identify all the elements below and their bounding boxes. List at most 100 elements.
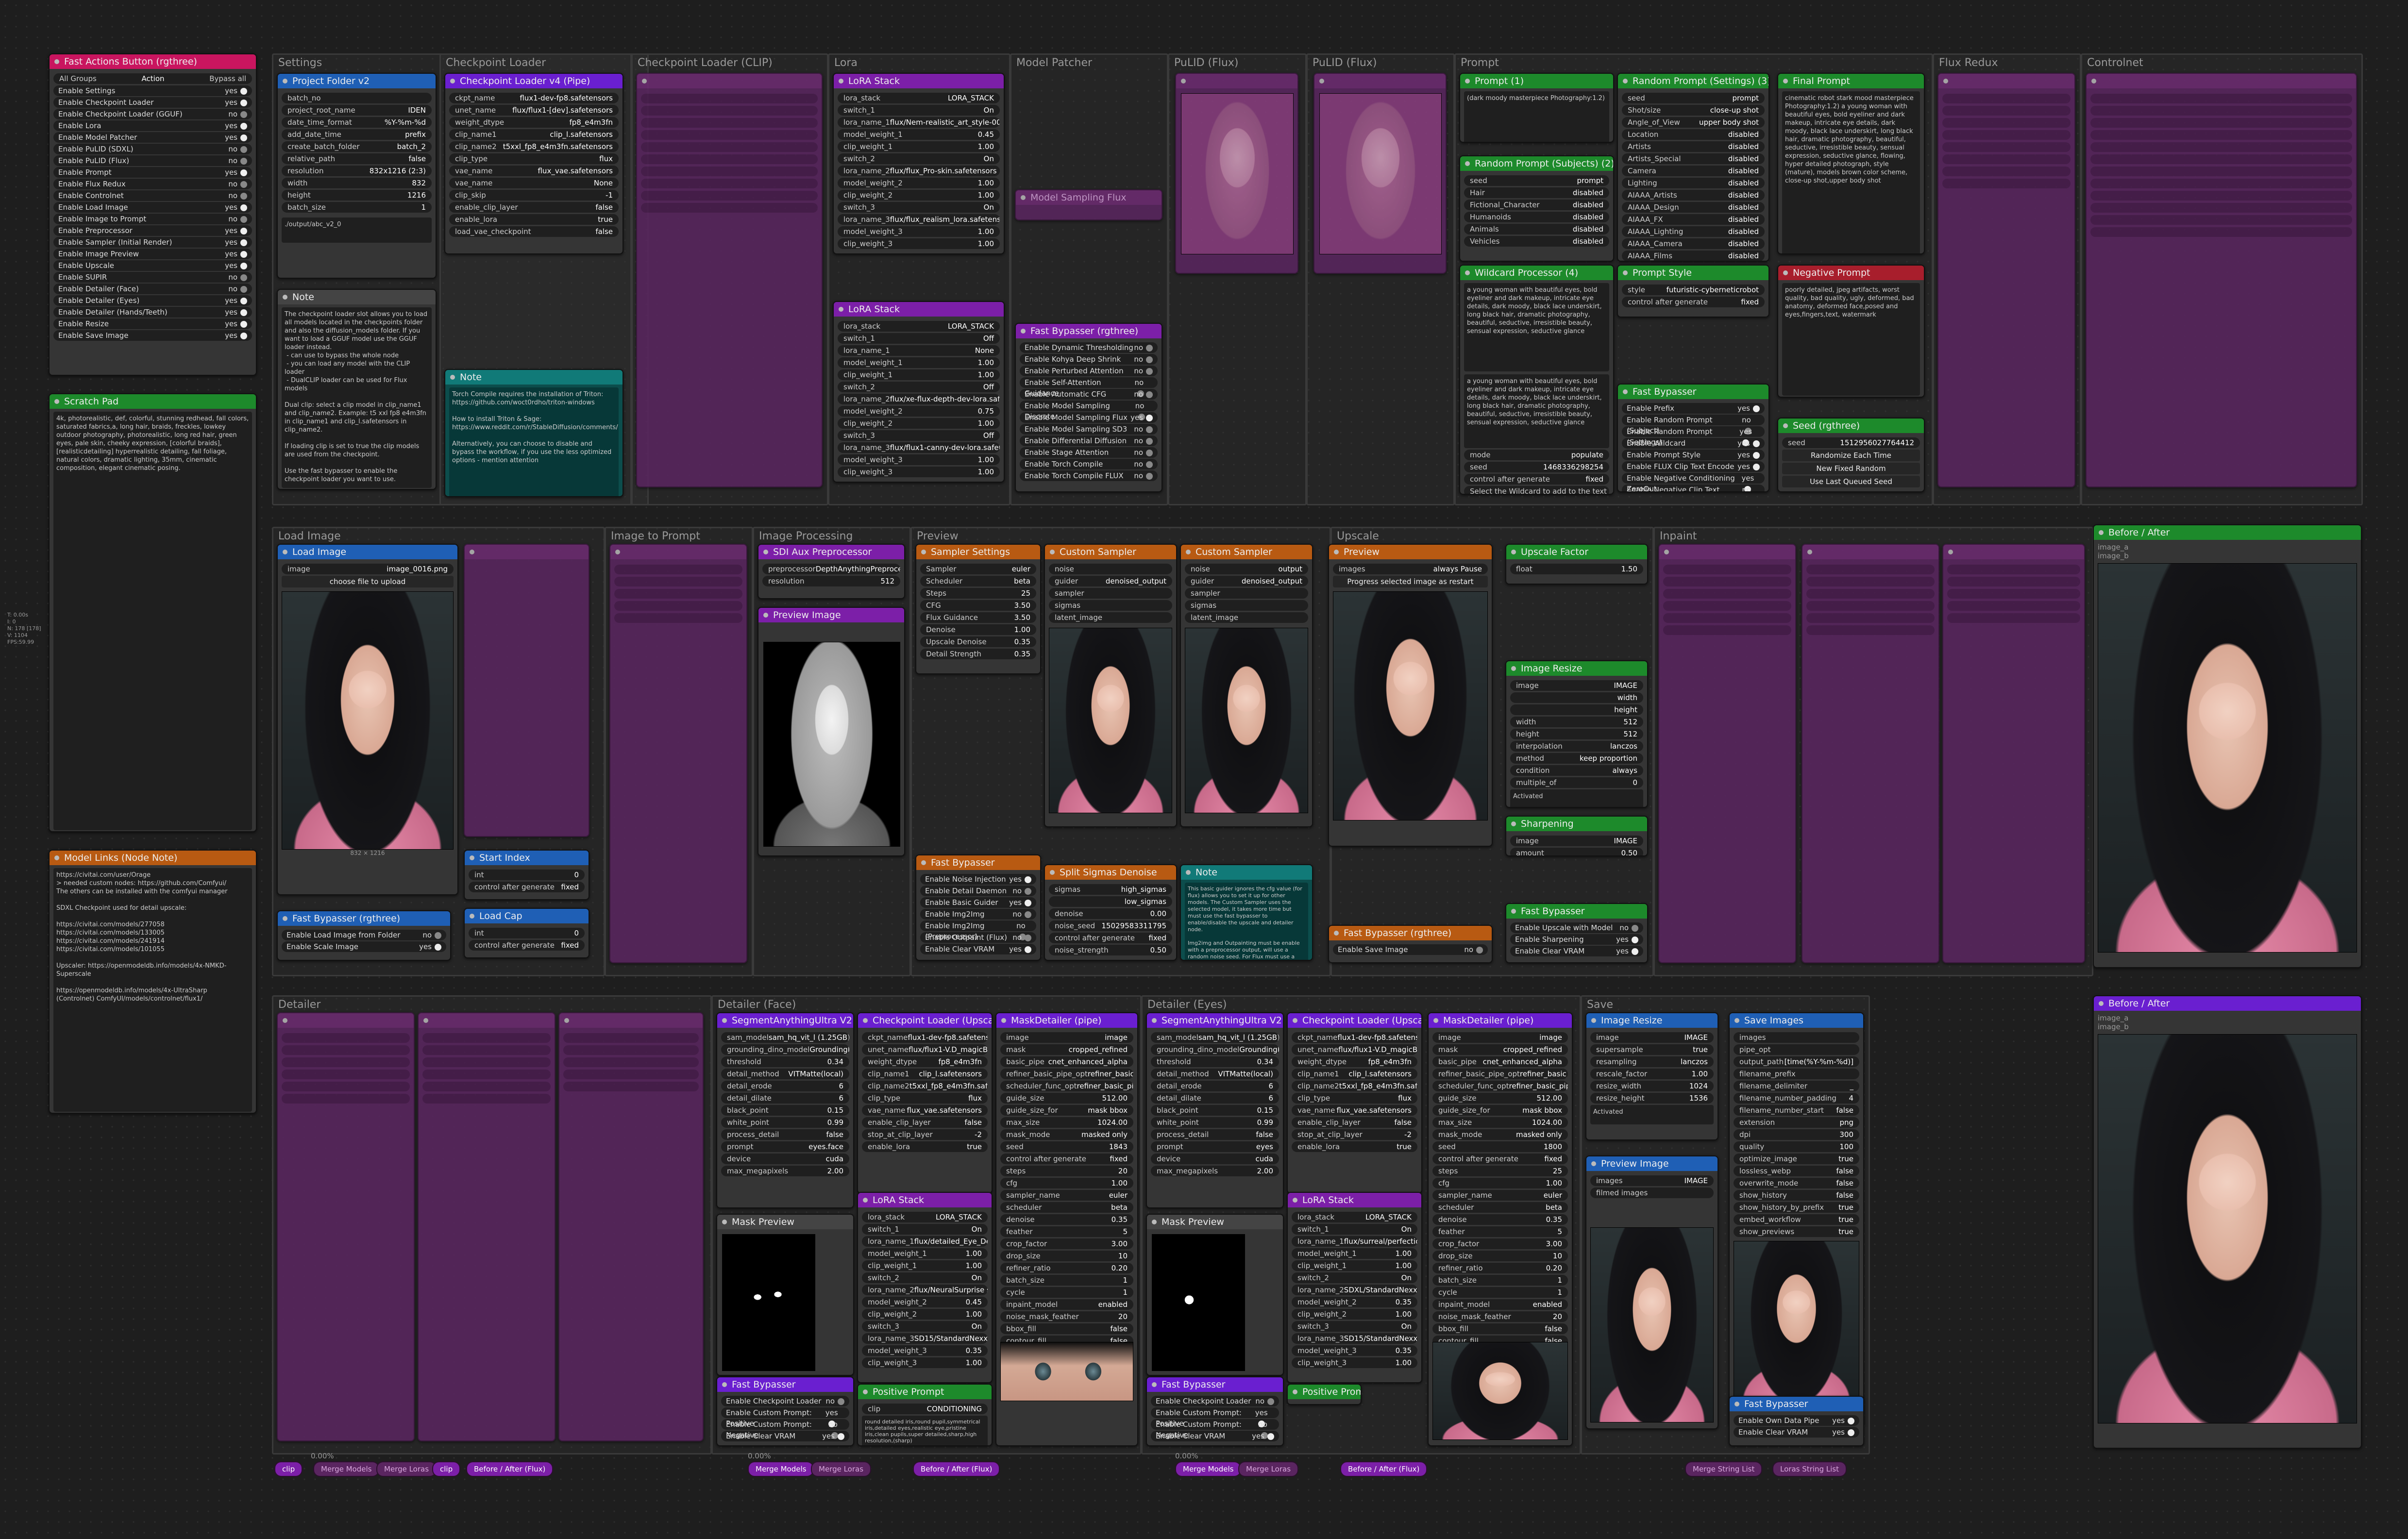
widget-detail-erode[interactable]: detail_erode 6 <box>1151 1081 1279 1091</box>
note-triton-text[interactable]: Torch Compile requires the installation … <box>449 387 619 496</box>
widget-lora-stack[interactable]: lora_stack LORA_STACK <box>1292 1212 1417 1222</box>
toggle-enable-supir[interactable]: Enable SUPIR no <box>53 272 252 283</box>
widget-filmed-images[interactable]: filmed images <box>1590 1188 1714 1198</box>
widget-crop-factor[interactable]: crop_factor 3.00 <box>1000 1238 1133 1249</box>
toggle-enable-image-preview[interactable]: Enable Image Preview yes <box>53 249 252 259</box>
widget-unet-name[interactable]: unet_name flux/flux1-[dev].safetensors <box>449 105 619 116</box>
widget-show-history[interactable]: show_history false <box>1734 1190 1859 1201</box>
widget-scheduler[interactable]: Scheduler beta <box>920 576 1036 586</box>
wildcard-seed[interactable]: seed 1468336298254 <box>1464 462 1609 472</box>
widget-float[interactable]: float 1.50 <box>1510 564 1643 574</box>
final-prompt-text[interactable]: cinematic robot stark mood masterpiece P… <box>1782 91 1920 253</box>
widget-clip-weight-2[interactable]: clip_weight_2 1.00 <box>838 190 1000 201</box>
random-prompt-subjects-node[interactable]: Random Prompt (Subjects) (2) seed prompt H… <box>1459 155 1614 262</box>
reroute-merge-loras-1[interactable]: Merge Loras <box>376 1461 437 1477</box>
toggle-enable-img2img[interactable]: Enable Img2Img no <box>920 909 1036 920</box>
toggle-enable-noise-injection[interactable]: Enable Noise Injection yes <box>920 874 1036 885</box>
widget-model-weight-2[interactable]: model_weight_2 0.45 <box>862 1297 988 1307</box>
widget-lora-name-1[interactable]: lora_name_1 flux/Nem-realistic_art_style-… <box>838 117 1000 128</box>
toggle-enable-save-image[interactable]: Enable Save Image yes <box>53 330 252 341</box>
reroute-merge-models-3[interactable]: Merge Models <box>1175 1461 1242 1477</box>
lora-stack-2-node[interactable]: LoRA Stack lora_stack LORA_STACK switch_1 O… <box>833 301 1005 483</box>
widget-show-history-by-prefix[interactable]: show_history_by_prefix true <box>1734 1202 1859 1213</box>
segment-face-node[interactable]: SegmentAnythingUltra V2 sam_model sam_hq_… <box>716 1012 854 1208</box>
mask-detailer-face-node[interactable]: MaskDetailer (pipe) image image mask croppe… <box>995 1012 1138 1446</box>
prompt-text[interactable]: (dark moody masterpiece Photography:1.2) <box>1464 91 1609 142</box>
widget-lighting[interactable]: Lighting disabled <box>1622 178 1765 188</box>
widget-max-megapixels[interactable]: max_megapixels 2.00 <box>1151 1166 1279 1176</box>
widget-images[interactable]: images always Pause <box>1333 564 1488 574</box>
widget-drop-size[interactable]: drop_size 10 <box>1432 1251 1568 1261</box>
widget-sampler-name[interactable]: sampler_name euler <box>1000 1190 1133 1201</box>
widget-height[interactable]: height 1216 <box>282 190 432 201</box>
preview-depth-node[interactable]: Preview Image <box>758 607 905 856</box>
toggle-enable-upscale[interactable]: Enable Upscale yes <box>53 260 252 271</box>
toggle-enable-model-patcher[interactable]: Enable Model Patcher yes <box>53 132 252 143</box>
toggle-enable-model-sampling-discrete[interactable]: Enable Model Sampling Discrete no <box>1020 401 1158 421</box>
widget-upscale-denoise[interactable]: Upscale Denoise 0.35 <box>920 636 1036 647</box>
widget-clip-weight-3[interactable]: clip_weight_3 1.00 <box>838 467 1000 477</box>
widget-sampler[interactable]: Sampler euler <box>920 564 1036 574</box>
toggle-enable-save-image[interactable]: Enable Save Image no <box>1333 944 1488 955</box>
negative-prompt-text[interactable]: poorly detailed, jpeg artifacts, worst q… <box>1782 283 1920 396</box>
widget-output[interactable]: width <box>1510 692 1643 703</box>
image-to-prompt-muted[interactable] <box>609 544 747 963</box>
toggle-enable-detail-daemon[interactable]: Enable Detail Daemon no <box>920 886 1036 896</box>
widget-scheduler[interactable]: scheduler beta <box>1000 1202 1133 1213</box>
widget-switch-1[interactable]: switch_1 Off <box>838 333 1000 344</box>
detailer-muted-2[interactable] <box>418 1012 556 1441</box>
widget-location[interactable]: Location disabled <box>1622 129 1765 140</box>
widget-refiner-ratio[interactable]: refiner_ratio 0.20 <box>1000 1263 1133 1273</box>
upscale-factor-node[interactable]: Upscale Factor float 1.50 <box>1505 544 1648 585</box>
widget-guider[interactable]: guider denoised_output <box>1185 576 1308 586</box>
widget-batch-size[interactable]: batch_size 1 <box>282 202 432 213</box>
toggle-enable-custom-prompt-negative[interactable]: Enable Custom Prompt: Negative no <box>721 1419 849 1439</box>
widget-inpaint-model[interactable]: inpaint_model enabled <box>1432 1299 1568 1310</box>
widget-lora-name-3[interactable]: lora_name_3SD15/StandardNexxer_perfectem <box>862 1333 988 1344</box>
widget-control-after-generate[interactable]: control after generate fixed <box>469 940 585 951</box>
widget-detail-method[interactable]: detail_method VITMatte(local) <box>1151 1069 1279 1079</box>
widget-prompt[interactable]: prompt eyes <box>1151 1141 1279 1152</box>
widget-max-size[interactable]: max_size 1024.00 <box>1000 1117 1133 1128</box>
toggle-enable-outpaint-flux-[interactable]: Enable Outpaint (Flux) no <box>920 932 1036 943</box>
widget-guide-size-for[interactable]: guide_size_for mask bbox <box>1000 1105 1133 1116</box>
widget-sampler[interactable]: sampler <box>1049 588 1172 599</box>
toggle-enable-clear-vram[interactable]: Enable Clear VRAM yes <box>920 944 1036 954</box>
fast-bypasser-load-node[interactable]: Fast Bypasser (rgthree) Enable Load Imag… <box>277 910 451 961</box>
widget-enable-clip-layer[interactable]: enable_clip_layer false <box>449 202 619 213</box>
widget-weight-dtype[interactable]: weight_dtype fp8_e4m3fn <box>1292 1056 1417 1067</box>
widget-lora-name-3[interactable]: lora_name_3 flux/flux_realism_lora.safete… <box>838 214 1000 225</box>
toggle-enable-perturbed-attention[interactable]: Enable Perturbed Attention no <box>1020 366 1158 376</box>
widget-bbox-fill[interactable]: bbox_fill false <box>1432 1323 1568 1334</box>
wildcard-node[interactable]: Wildcard Processor (4) a young woman wit… <box>1459 265 1614 495</box>
positive-prompt-face-node[interactable]: Positive Prompt clip CONDITIONING round d… <box>857 1384 993 1446</box>
widget-clip-skip[interactable]: clip_skip -1 <box>449 190 619 201</box>
reroute-before-after-3[interactable]: Before / After (Flux) <box>1340 1461 1428 1477</box>
toggle-enable-lora[interactable]: Enable Lora yes <box>53 120 252 131</box>
toggle-enable-detailer-hands-teeth-[interactable]: Enable Detailer (Hands/Teeth) yes <box>53 307 252 318</box>
widget-control-after-generate[interactable]: control after generate fixed <box>1049 933 1172 943</box>
toggle-enable-random-prompt-subject-[interactable]: Enable Random Prompt (Subject) no <box>1622 415 1765 435</box>
note-checkpoint-text[interactable]: The checkpoint loader slot allows you to… <box>282 307 432 488</box>
widget-artists-special[interactable]: Artists_Special disabled <box>1622 153 1765 164</box>
toggle-enable-custom-prompt-positive[interactable]: Enable Custom Prompt: Positive yes <box>1151 1407 1279 1428</box>
preview-main-node[interactable]: Preview images always Pause Progress sele… <box>1328 544 1493 847</box>
widget-steps[interactable]: Steps 25 <box>920 588 1036 599</box>
widget-control-after-generate[interactable]: control after generate fixed <box>469 882 585 892</box>
widget-clip-weight-2[interactable]: clip_weight_2 1.00 <box>862 1309 988 1320</box>
widget-cfg[interactable]: cfg 1.00 <box>1000 1178 1133 1188</box>
widget-model-weight-3[interactable]: model_weight_3 0.35 <box>862 1345 988 1356</box>
widget-batch-size[interactable]: batch_size 1 <box>1432 1275 1568 1286</box>
widget-refiner-ratio[interactable]: refiner_ratio 0.20 <box>1432 1263 1568 1273</box>
split-sigmas-node[interactable]: Split Sigmas Denoise sigmas high_sigmas lo… <box>1044 864 1177 961</box>
widget-flux-guidance[interactable]: Flux Guidance 3.50 <box>920 612 1036 623</box>
mask-detailer-eyes-node[interactable]: MaskDetailer (pipe) image image mask croppe… <box>1428 1012 1573 1446</box>
reroute-before-after-1[interactable]: Before / After (Flux) <box>466 1461 554 1477</box>
widget-batch-no[interactable]: batch_no <box>282 93 432 103</box>
widget-condition[interactable]: condition always <box>1510 765 1643 776</box>
widget-humanoids[interactable]: Humanoids disabled <box>1464 212 1609 222</box>
widget-animals[interactable]: Animals disabled <box>1464 224 1609 234</box>
load-image-filename[interactable]: image image_0016.png <box>282 564 454 574</box>
toggle-enable-upscale-with-model[interactable]: Enable Upscale with Model no <box>1510 922 1643 933</box>
widget-filename-delimiter[interactable]: filename_delimiter _ <box>1734 1081 1859 1091</box>
